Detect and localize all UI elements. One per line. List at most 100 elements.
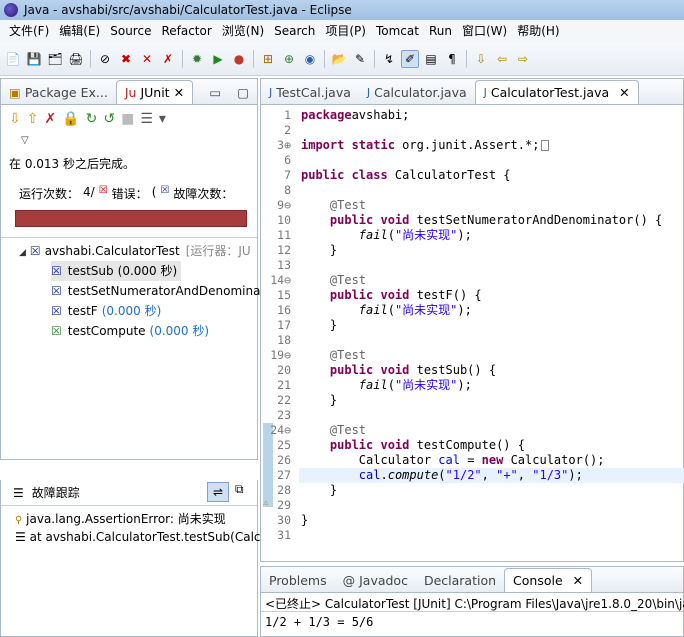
line-number: 23 [277, 408, 291, 422]
run-icon[interactable]: ▶ [209, 50, 227, 68]
menu-bar: 文件(F) 编辑(E) Source Refactor 浏览(N) Search 项目(P)… [0, 20, 684, 42]
test-case-node[interactable]: ☒ testF (0.000 秒) [51, 301, 161, 321]
code-token: new [481, 453, 504, 467]
close-icon[interactable]: ✕ [619, 85, 629, 100]
new-java-project-icon[interactable]: ⊞ [259, 50, 277, 68]
code-token: "尚未实现" [394, 228, 458, 242]
menu-item[interactable]: Refactor [156, 20, 216, 42]
save-all-icon[interactable]: 🗂 [46, 50, 64, 68]
previous-failure-icon[interactable]: ⇧ [27, 111, 39, 127]
block-selection-icon[interactable]: ▤ [422, 50, 440, 68]
menu-item[interactable]: Search [269, 20, 320, 42]
editor-tab[interactable]: J CalculatorTest.java ✕ [474, 80, 639, 104]
trace-line[interactable]: ⚲ java.lang.AssertionError: 尚未实现 [15, 510, 226, 527]
collapse-arrow-icon[interactable]: ◢ [19, 248, 26, 258]
remove-icon[interactable]: ✗ [159, 50, 177, 68]
minimize-icon[interactable]: ▭ [201, 80, 229, 104]
maximize-icon[interactable]: ▢ [229, 80, 257, 104]
rerun-failures-icon[interactable]: ↺ [103, 111, 115, 127]
bottom-tab[interactable]: Console ✕ [504, 568, 593, 592]
bottom-tab-strip: Problems @ Javadoc Declaration Console ✕ [261, 567, 683, 593]
open-type-icon[interactable]: 📂 [330, 50, 348, 68]
rerun-icon[interactable]: ↻ [86, 111, 98, 127]
code-text: } [301, 243, 337, 258]
tab-junit[interactable]: Ju JUnit ✕ [115, 80, 194, 104]
new-class-icon[interactable]: ◉ [301, 50, 319, 68]
code-text: @Test [301, 198, 366, 213]
code-token: "1/2" [445, 468, 482, 482]
code-line: 14⊖ @Test [261, 273, 683, 288]
editor-tab[interactable]: J Calculator.java [359, 80, 475, 104]
view-menu-icon[interactable]: ▾ [159, 111, 166, 127]
folded-import-icon[interactable] [541, 140, 550, 151]
toggle-mark-icon[interactable]: ↯ [380, 50, 398, 68]
menu-item[interactable]: Run [424, 20, 457, 42]
divider [1, 237, 257, 238]
bottom-tab[interactable]: Problems [261, 568, 335, 592]
code-line: 12 } [261, 243, 683, 258]
test-fail-icon: ☒ [51, 304, 62, 318]
show-whitespace-icon[interactable]: ¶ [443, 50, 461, 68]
next-annotation-icon[interactable]: ⇩ [472, 50, 490, 68]
skip-breakpoints-icon[interactable]: ⊘ [96, 50, 114, 68]
code-line: 6 [261, 153, 683, 168]
scroll-lock-icon[interactable]: 🔒 [62, 111, 79, 127]
next-failure-icon[interactable]: ⇩ [9, 111, 21, 127]
close-icon[interactable]: ✕ [573, 573, 583, 588]
test-pass-icon: ☒ [51, 324, 62, 338]
new-package-icon[interactable]: ⊕ [280, 50, 298, 68]
test-suite-node[interactable]: ◢ ☒ avshabi.CalculatorTest [运行器：JU [19, 241, 251, 261]
editor-pane: J TestCal.java J Calculator.java J Calculator… [260, 78, 684, 562]
test-case-node[interactable]: ☒ testSetNumeratorAndDenomina [51, 281, 264, 301]
menu-item[interactable]: 编辑(E) [54, 20, 105, 42]
menu-item[interactable]: 帮助(H) [512, 20, 564, 42]
debug-icon[interactable]: ✹ [188, 50, 206, 68]
view-menu-chevron-icon[interactable]: ▽ [21, 135, 29, 146]
compare-result-icon[interactable]: ⧉ [235, 482, 244, 497]
window-title: Java - avshabi/src/avshabi/CalculatorTes… [24, 3, 352, 17]
bottom-tab[interactable]: Declaration [416, 568, 504, 592]
editor-tab[interactable]: J TestCal.java [261, 80, 359, 104]
menu-item[interactable]: Tomcat [371, 20, 424, 42]
test-case-node[interactable]: ☒ testCompute (0.000 秒) [51, 321, 209, 341]
filter-trace-icon[interactable]: ⇌ [207, 482, 229, 502]
highlight-icon[interactable]: ✐ [401, 49, 419, 68]
tab-package-explorer[interactable]: ▣ Package Ex... [1, 80, 116, 104]
code-line: 15 public void testF() { [261, 288, 683, 303]
code-text: fail("尚未实现"); [301, 228, 472, 243]
divider [1, 505, 257, 506]
menu-item[interactable]: 窗口(W) [457, 20, 512, 42]
stop-icon[interactable]: ■ [121, 111, 134, 127]
code-token: } [301, 393, 338, 407]
trace-line[interactable]: ☰ at avshabi.CalculatorTest.testSub(Calc [15, 530, 261, 544]
history-icon[interactable]: ☰ [140, 111, 153, 127]
print-icon[interactable]: 🖨 [67, 50, 85, 68]
code-editor[interactable]: ⚠ 1 packageavshabi; 2 3⊕ import static org.j… [261, 105, 684, 561]
back-icon[interactable]: ⇦ [493, 50, 511, 68]
forward-icon[interactable]: ⇨ [514, 50, 532, 68]
line-number: 10 [277, 213, 291, 227]
code-token: ); [568, 468, 583, 482]
menu-item[interactable]: 浏览(N) [217, 20, 269, 42]
code-token: @Test [301, 198, 367, 212]
code-token: fail [301, 303, 388, 317]
search-icon[interactable]: ✎ [351, 50, 369, 68]
close-icon[interactable]: ✕ [174, 85, 184, 100]
run-external-icon[interactable]: ● [230, 50, 248, 68]
menu-item[interactable]: 项目(P) [320, 20, 371, 42]
line-number: 19⊖ [270, 348, 291, 362]
menu-item[interactable]: 文件(F) [4, 20, 54, 42]
code-line: 28 } [261, 483, 683, 498]
menu-item[interactable]: Source [105, 20, 156, 42]
test-case-node[interactable]: ☒ testSub (0.000 秒) [51, 261, 182, 281]
code-line: 9⊖ @Test [261, 198, 683, 213]
disconnect-icon[interactable]: ✕ [138, 50, 156, 68]
save-icon[interactable]: 💾 [25, 50, 43, 68]
code-token: public void [301, 438, 410, 452]
code-line: 2 [261, 123, 683, 138]
new-icon[interactable]: 📄 [4, 50, 22, 68]
bottom-tab[interactable]: @ Javadoc [335, 568, 416, 592]
terminate-icon[interactable]: ✖ [117, 50, 135, 68]
show-failures-only-icon[interactable]: ✗ [44, 111, 56, 127]
test-fail-icon: ☒ [51, 284, 62, 298]
